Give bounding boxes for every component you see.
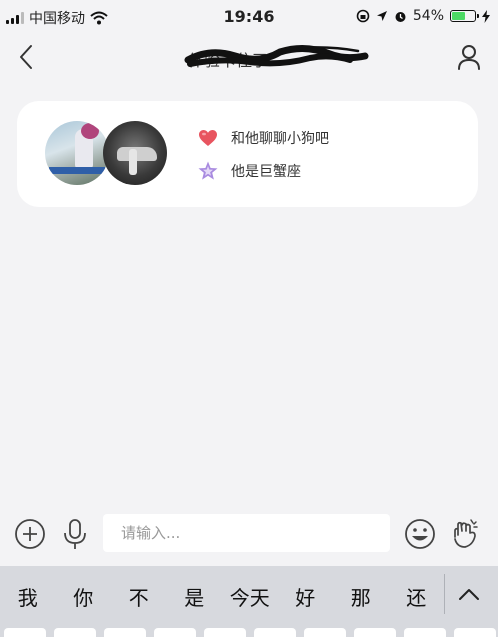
keyboard-suggestion-bar: 我 你 不 是 今天 好 那 还 [0, 566, 498, 637]
keyboard-key[interactable] [454, 628, 496, 637]
battery-icon [450, 10, 479, 22]
heart-icon [199, 130, 217, 146]
chevron-up-icon[interactable] [456, 584, 482, 604]
emoji-icon[interactable] [403, 517, 437, 551]
rotation-lock-icon [356, 9, 370, 23]
suggestion-item[interactable]: 不 [111, 582, 167, 611]
profile-icon[interactable] [456, 41, 482, 71]
suggestion-divider [444, 574, 445, 614]
keyboard-key[interactable] [54, 628, 96, 637]
suggestion-list: 我 你 不 是 今天 好 那 还 [0, 582, 444, 611]
suggestion-item[interactable]: 还 [389, 582, 445, 611]
message-input[interactable]: 请输入... [103, 514, 390, 552]
keyboard-key-row [0, 628, 498, 637]
charging-icon [482, 9, 490, 23]
keyboard-key[interactable] [304, 628, 346, 637]
tag-item: 和他聊聊小狗吧 [197, 127, 329, 149]
microphone-icon[interactable] [58, 517, 92, 551]
suggestion-item[interactable]: 是 [167, 582, 223, 611]
battery-percent: 54% [412, 8, 444, 24]
star-icon [198, 161, 218, 180]
tag-item: 他是巨蟹座 [197, 160, 329, 182]
keyboard-key[interactable] [104, 628, 146, 637]
tag-text: 他是巨蟹座 [231, 164, 301, 180]
avatar-other[interactable] [103, 121, 167, 185]
back-icon[interactable] [14, 42, 40, 72]
add-icon[interactable] [13, 517, 47, 551]
avatar-user[interactable] [45, 121, 109, 185]
keyboard-key[interactable] [4, 628, 46, 637]
location-icon [376, 11, 387, 21]
match-card: 和他聊聊小狗吧 他是巨蟹座 [17, 101, 478, 207]
tag-text: 和他聊聊小狗吧 [231, 131, 329, 147]
suggestion-item[interactable]: 今天 [222, 582, 278, 611]
keyboard-key[interactable] [404, 628, 446, 637]
input-bar: 请输入... [0, 507, 498, 565]
finger-heart-gesture-icon[interactable] [447, 517, 481, 551]
nav-bar: 体验卡住了 [0, 34, 498, 80]
suggestion-item[interactable]: 我 [0, 582, 56, 611]
suggestion-item[interactable]: 好 [278, 582, 334, 611]
redaction-scribble [184, 45, 369, 67]
status-bar: 中国移动 19:46 54% [0, 0, 498, 34]
suggestion-item[interactable]: 那 [333, 582, 389, 611]
tag-list: 和他聊聊小狗吧 他是巨蟹座 [197, 127, 329, 193]
keyboard-key[interactable] [154, 628, 196, 637]
alarm-icon [395, 11, 406, 22]
chat-title: 体验卡住了 [180, 42, 370, 72]
suggestion-item[interactable]: 你 [56, 582, 112, 611]
keyboard-key[interactable] [204, 628, 246, 637]
keyboard-key[interactable] [254, 628, 296, 637]
status-right: 54% [356, 8, 490, 24]
avatar-pair [45, 121, 175, 187]
keyboard-key[interactable] [354, 628, 396, 637]
